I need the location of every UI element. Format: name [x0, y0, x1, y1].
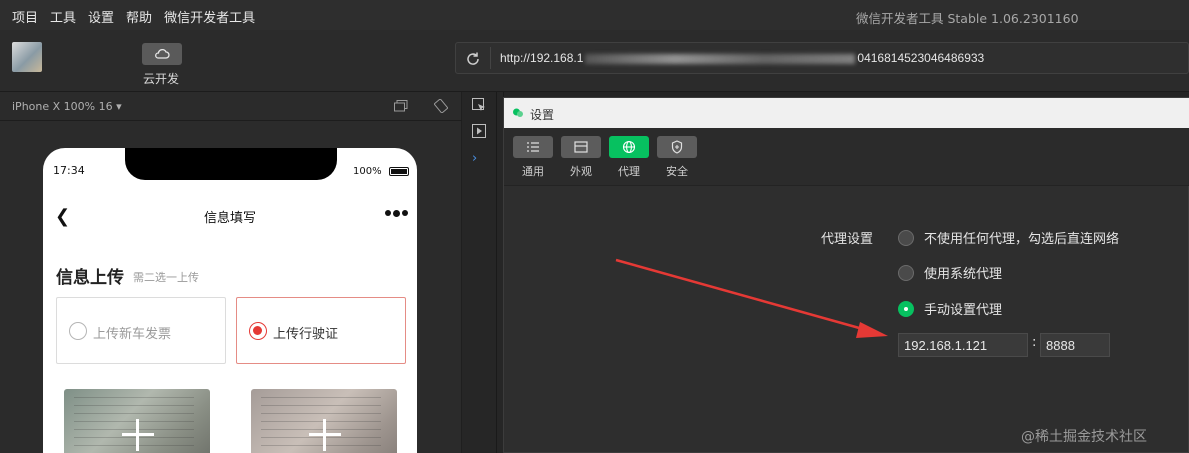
more-icon[interactable]: [385, 209, 408, 217]
radio-icon[interactable]: [898, 264, 914, 281]
menubar: 项目 工具 设置 帮助 微信开发者工具 微信开发者工具 Stable 1.06.…: [0, 0, 1189, 30]
menu-project[interactable]: 项目: [12, 7, 38, 26]
radio-checked-icon[interactable]: [249, 322, 267, 340]
url-prefix: http://192.168.1: [500, 51, 584, 65]
url-suffix: 0416814523046486933: [857, 51, 985, 65]
window-title: 微信开发者工具 Stable 1.06.2301160: [856, 11, 1079, 26]
cloud-dev-button[interactable]: [142, 43, 182, 65]
cloud-icon: [155, 48, 170, 59]
option-driving-license[interactable]: 上传行驶证: [236, 297, 406, 364]
rotate-icon[interactable]: [434, 99, 448, 113]
settings-dialog: 设置 通用 外观 代理 安全 代理设置 不使用任何代理，勾选后直连网络 使用系统…: [503, 97, 1189, 453]
device-selector[interactable]: iPhone X 100% 16 ▾: [12, 100, 122, 113]
devtools-sidebar: ›: [462, 92, 504, 453]
tab-label: 代理: [618, 165, 640, 178]
refresh-icon[interactable]: [465, 51, 481, 67]
tab-security[interactable]: 安全: [657, 136, 697, 179]
phone-screen: 17:34 100% ❮ 信息填写 信息上传 需二选一上传 上传新车发票 上传行…: [43, 148, 417, 453]
watermark: @稀土掘金技术社区: [1021, 429, 1147, 445]
plus-icon: [309, 419, 341, 451]
devtools-window: 项目 工具 设置 帮助 微信开发者工具 微信开发者工具 Stable 1.06.…: [0, 0, 1189, 453]
proxy-option-label: 手动设置代理: [924, 303, 1003, 318]
host-port-separator: :: [1032, 335, 1037, 350]
battery-icon: [389, 167, 409, 176]
dialog-titlebar[interactable]: 设置: [504, 98, 1189, 128]
menu-tools[interactable]: 工具: [50, 7, 76, 26]
proxy-port-input[interactable]: [1040, 333, 1110, 357]
url-redacted: [585, 53, 856, 64]
tab-proxy[interactable]: 代理: [609, 136, 649, 179]
proxy-host-input[interactable]: [898, 333, 1028, 357]
menu-wechat-devtools[interactable]: 微信开发者工具: [164, 7, 255, 26]
proxy-option-none[interactable]: 不使用任何代理，勾选后直连网络: [898, 228, 1119, 247]
list-icon: [513, 136, 553, 158]
proxy-option-manual[interactable]: 手动设置代理: [898, 299, 1002, 318]
url-divider: [490, 47, 491, 69]
inspect-icon[interactable]: [472, 98, 486, 112]
layout-icon: [561, 136, 601, 158]
radio-icon[interactable]: [69, 322, 87, 340]
plus-icon: [122, 419, 154, 451]
proxy-option-label: 使用系统代理: [924, 267, 1003, 282]
proxy-option-label: 不使用任何代理，勾选后直连网络: [924, 232, 1120, 247]
radio-checked-icon[interactable]: [898, 300, 914, 317]
tab-label: 通用: [522, 165, 544, 178]
avatar[interactable]: [12, 42, 42, 72]
sim-divider: [0, 120, 462, 121]
settings-tabs: 通用 外观 代理 安全: [504, 128, 1189, 186]
proxy-settings-label: 代理设置: [821, 232, 874, 247]
cloud-dev-label: 云开发: [143, 72, 180, 86]
radio-icon[interactable]: [898, 229, 914, 246]
tab-label: 安全: [666, 165, 688, 178]
phone-notch: [125, 148, 337, 180]
upload-image-1[interactable]: [64, 389, 210, 453]
tab-label: 外观: [570, 165, 592, 178]
globe-icon: [609, 136, 649, 158]
status-time: 17:34: [53, 164, 85, 177]
dialog-title: 设置: [530, 108, 555, 122]
option-label: 上传行驶证: [273, 327, 339, 342]
simulator-panel: iPhone X 100% 16 ▾ 17:34 100% ❮ 信息填写 信息上…: [0, 92, 462, 453]
proxy-option-system[interactable]: 使用系统代理: [898, 263, 1002, 282]
option-label: 上传新车发票: [93, 327, 172, 342]
window-icon[interactable]: [394, 100, 408, 112]
upload-image-2[interactable]: [251, 389, 397, 453]
battery-percent: 100%: [353, 166, 382, 177]
tab-appearance[interactable]: 外观: [561, 136, 601, 179]
menu-settings[interactable]: 设置: [88, 7, 114, 26]
menu-list: 项目 工具 设置 帮助 微信开发者工具: [12, 7, 255, 26]
section-title: 信息上传: [56, 268, 124, 288]
chevron-right-icon[interactable]: ›: [472, 151, 477, 166]
url-bar[interactable]: http://192.168.1 0416814523046486933: [455, 42, 1189, 74]
devtools-divider: [496, 92, 497, 453]
section-subtitle: 需二选一上传: [133, 271, 199, 284]
shield-icon: [657, 136, 697, 158]
page-title: 信息填写: [203, 211, 256, 226]
option-new-car-invoice[interactable]: 上传新车发票: [56, 297, 226, 364]
url-text[interactable]: http://192.168.1 0416814523046486933: [500, 51, 984, 65]
menu-help[interactable]: 帮助: [126, 7, 152, 26]
play-icon[interactable]: [472, 124, 486, 138]
tab-general[interactable]: 通用: [513, 136, 553, 179]
toolbar: 云开发 http://192.168.1 0416814523046486933: [0, 30, 1189, 92]
wechat-logo-icon: [513, 108, 523, 117]
